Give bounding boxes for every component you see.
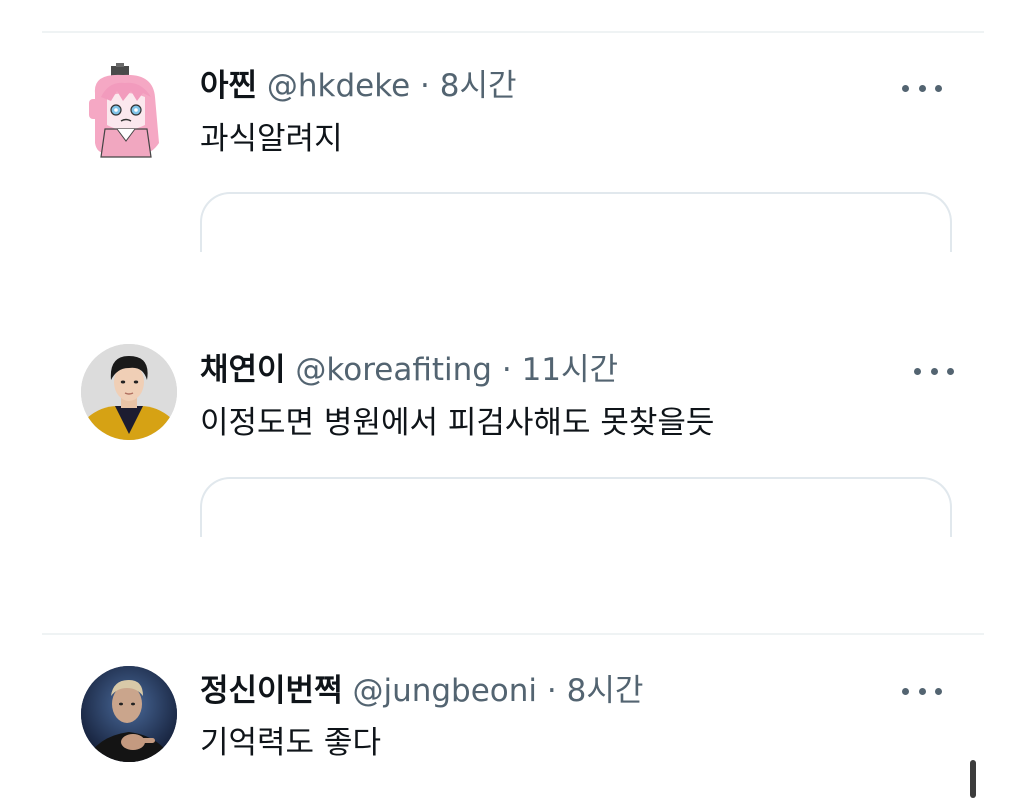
- display-name[interactable]: 아찐: [200, 68, 257, 104]
- more-options-button[interactable]: [902, 78, 942, 98]
- user-handle[interactable]: @hkdeke: [267, 68, 410, 104]
- post-text: 과식알려지: [200, 121, 343, 157]
- display-name[interactable]: 채연이: [200, 352, 286, 388]
- post-text: 이정도면 병원에서 피검사해도 못찾을듯: [200, 405, 715, 441]
- separator-dot: ·: [546, 673, 557, 709]
- post-text: 기억력도 좋다: [200, 725, 381, 761]
- more-options-button[interactable]: [902, 681, 942, 701]
- post-timestamp[interactable]: 11시간: [522, 352, 619, 388]
- user-handle[interactable]: @koreafiting: [295, 352, 492, 388]
- more-dot-icon: [918, 84, 926, 92]
- man-pointing-photo-avatar-icon: [81, 666, 177, 762]
- separator-dot: ·: [420, 68, 430, 104]
- avatar[interactable]: [81, 666, 177, 762]
- avatar[interactable]: [81, 344, 177, 440]
- pink-haired-anime-girl-avatar-icon: [89, 63, 159, 158]
- post-timestamp[interactable]: 8시간: [567, 673, 644, 709]
- more-options-button[interactable]: [914, 361, 954, 381]
- more-dot-icon: [947, 367, 954, 375]
- more-dot-icon: [935, 84, 942, 92]
- more-dot-icon: [902, 687, 909, 695]
- post-header: 정신이번쩍 @jungbeoni · 8시간: [200, 671, 643, 711]
- display-name[interactable]: 정신이번쩍: [200, 673, 343, 709]
- separator-dot: ·: [501, 352, 512, 388]
- more-dot-icon: [914, 367, 921, 375]
- post-timestamp[interactable]: 8시간: [440, 68, 517, 104]
- avatar[interactable]: [81, 63, 177, 159]
- more-dot-icon: [930, 367, 938, 375]
- post-header: 아찐 @hkdeke · 8시간: [200, 66, 517, 106]
- scrollbar-thumb[interactable]: [970, 760, 976, 798]
- post-divider: [42, 633, 984, 635]
- user-handle[interactable]: @jungbeoni: [352, 673, 537, 709]
- top-divider: [42, 31, 984, 33]
- post-header: 채연이 @koreafiting · 11시간: [200, 350, 618, 390]
- more-dot-icon: [918, 687, 926, 695]
- young-man-photo-avatar-icon: [81, 344, 177, 440]
- more-dot-icon: [935, 687, 942, 695]
- quoted-card[interactable]: [200, 477, 952, 537]
- quoted-card[interactable]: [200, 192, 952, 252]
- more-dot-icon: [902, 84, 909, 92]
